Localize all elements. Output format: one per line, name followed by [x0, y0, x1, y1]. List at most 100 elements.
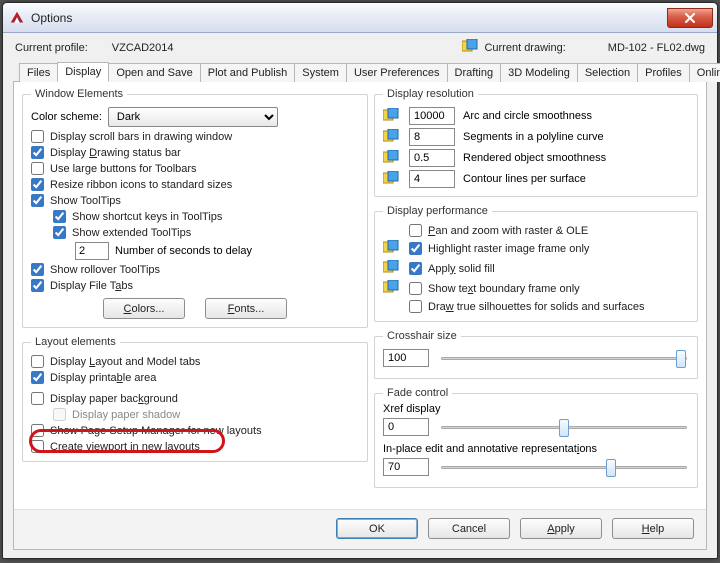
inplace-slider[interactable] — [441, 457, 687, 477]
check-true-silhouettes[interactable]: Draw true silhouettes for solids and sur… — [409, 300, 644, 313]
cancel-button[interactable]: Cancel — [428, 518, 510, 539]
tab-drafting[interactable]: Drafting — [447, 63, 502, 82]
check-layout-model[interactable]: Display Layout and Model tabs — [31, 355, 200, 368]
segments-input[interactable] — [409, 128, 455, 146]
group-display-resolution: Display resolution Arc and circle smooth… — [374, 88, 698, 197]
tooltip-delay-input[interactable] — [75, 242, 109, 260]
inplace-label: In-place edit and annotative representat… — [383, 443, 689, 455]
legend-resolution: Display resolution — [383, 88, 478, 100]
contour-label: Contour lines per surface — [463, 173, 586, 185]
app-icon — [9, 10, 25, 26]
drawing-value: MD-102 - FL02.dwg — [608, 42, 705, 54]
window-title: Options — [31, 11, 72, 25]
crosshair-value[interactable] — [383, 349, 429, 367]
xref-value[interactable] — [383, 418, 429, 436]
colors-button[interactable]: Colors... — [103, 298, 185, 319]
dialog-content: Current profile: VZCAD2014 Current drawi… — [3, 33, 717, 558]
check-paper-bg[interactable]: Display paper background — [31, 392, 178, 405]
check-large-buttons[interactable]: Use large buttons for Toolbars — [31, 162, 197, 175]
dwg-icon — [383, 240, 401, 257]
check-scrollbars[interactable]: Display scroll bars in drawing window — [31, 130, 232, 143]
fonts-button[interactable]: Fonts... — [205, 298, 287, 319]
contour-input[interactable] — [409, 170, 455, 188]
check-show-tooltips[interactable]: Show ToolTips — [31, 194, 121, 207]
dwg-icon — [383, 171, 401, 188]
check-shortcut-keys[interactable]: Show shortcut keys in ToolTips — [53, 210, 222, 223]
group-fade: Fade control Xref display In-place edit … — [374, 387, 698, 488]
tab-open-save[interactable]: Open and Save — [108, 63, 200, 82]
check-page-setup[interactable]: Show Page Setup Manager for new layouts — [31, 424, 262, 437]
check-filetabs-input[interactable] — [31, 279, 44, 292]
profile-value: VZCAD2014 — [112, 42, 174, 54]
check-resize-ribbon[interactable]: Resize ribbon icons to standard sizes — [31, 178, 232, 191]
legend-crosshair: Crosshair size — [383, 330, 461, 342]
check-status-bar-input[interactable] — [31, 146, 44, 159]
options-dialog: Options Current profile: VZCAD2014 Curre… — [2, 2, 718, 559]
dwg-icon — [462, 39, 478, 56]
tab-user-pref[interactable]: User Preferences — [346, 63, 448, 82]
tooltip-delay-label: Number of seconds to delay — [115, 245, 252, 257]
check-printable-area-input[interactable] — [31, 371, 44, 384]
apply-button[interactable]: Apply — [520, 518, 602, 539]
rendered-label: Rendered object smoothness — [463, 152, 606, 164]
check-rollover[interactable]: Show rollover ToolTips — [31, 263, 160, 276]
check-show-tooltips-input[interactable] — [31, 194, 44, 207]
check-create-viewport-input[interactable] — [31, 440, 44, 453]
check-printable-area[interactable]: Display printable area — [31, 371, 156, 384]
check-create-viewport[interactable]: Create viewport in new layouts — [31, 440, 200, 453]
crosshair-slider[interactable] — [441, 348, 687, 368]
inplace-value[interactable] — [383, 458, 429, 476]
dialog-buttons: OK Cancel Apply Help — [14, 509, 706, 549]
check-extended-tooltips-input[interactable] — [53, 226, 66, 239]
ok-button[interactable]: OK — [336, 518, 418, 539]
check-shortcut-keys-input[interactable] — [53, 210, 66, 223]
check-highlight-raster[interactable]: Highlight raster image frame only — [409, 242, 589, 255]
tabs: Files Display Open and Save Plot and Pub… — [13, 62, 707, 82]
check-pan-zoom[interactable]: Pan and zoom with raster & OLE — [409, 224, 588, 237]
drawing-label: Current drawing: — [484, 42, 565, 54]
xref-slider[interactable] — [441, 417, 687, 437]
check-solid-fill[interactable]: Apply solid fill — [409, 262, 495, 275]
legend-fade: Fade control — [383, 387, 452, 399]
group-layout-elements: Layout elements Display Layout and Model… — [22, 336, 368, 462]
tab-page-display: Window Elements Color scheme: Dark Displ… — [13, 82, 707, 550]
legend-layout: Layout elements — [31, 336, 120, 348]
group-crosshair: Crosshair size — [374, 330, 698, 379]
legend-window-elements: Window Elements — [31, 88, 127, 100]
profile-label: Current profile: — [15, 42, 88, 54]
color-scheme-label: Color scheme: — [31, 111, 102, 123]
color-scheme-select[interactable]: Dark — [108, 107, 278, 127]
rendered-input[interactable] — [409, 149, 455, 167]
tab-display[interactable]: Display — [57, 62, 109, 82]
check-extended-tooltips[interactable]: Show extended ToolTips — [53, 226, 191, 239]
arc-smoothness-input[interactable] — [409, 107, 455, 125]
check-large-buttons-input[interactable] — [31, 162, 44, 175]
check-rollover-input[interactable] — [31, 263, 44, 276]
check-layout-model-input[interactable] — [31, 355, 44, 368]
titlebar: Options — [3, 3, 717, 33]
legend-performance: Display performance — [383, 205, 492, 217]
tab-plot-publish[interactable]: Plot and Publish — [200, 63, 296, 82]
check-resize-ribbon-input[interactable] — [31, 178, 44, 191]
tab-3d[interactable]: 3D Modeling — [500, 63, 578, 82]
check-paper-bg-input[interactable] — [31, 392, 44, 405]
tab-files[interactable]: Files — [19, 63, 58, 82]
tab-selection[interactable]: Selection — [577, 63, 638, 82]
check-page-setup-input[interactable] — [31, 424, 44, 437]
check-status-bar[interactable]: Display Drawing status bar — [31, 146, 181, 159]
check-paper-shadow: Display paper shadow — [53, 408, 180, 421]
check-filetabs[interactable]: Display File Tabs — [31, 279, 133, 292]
tab-profiles[interactable]: Profiles — [637, 63, 690, 82]
window-buttons — [668, 8, 713, 28]
dwg-icon — [383, 280, 401, 297]
check-paper-shadow-input — [53, 408, 66, 421]
check-scrollbars-input[interactable] — [31, 130, 44, 143]
group-display-performance: Display performance . Pan and zoom with … — [374, 205, 698, 322]
help-button[interactable]: Help — [612, 518, 694, 539]
check-text-boundary[interactable]: Show text boundary frame only — [409, 282, 580, 295]
tab-system[interactable]: System — [294, 63, 347, 82]
tab-online[interactable]: Online — [689, 63, 720, 82]
dwg-icon — [383, 150, 401, 167]
group-window-elements: Window Elements Color scheme: Dark Displ… — [22, 88, 368, 328]
close-button[interactable] — [667, 8, 713, 28]
